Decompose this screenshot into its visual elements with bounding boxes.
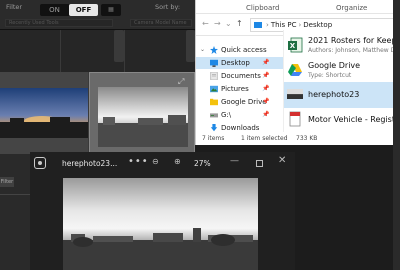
minimize-icon[interactable]: — [230, 156, 239, 166]
thumbnail-grid: ⤢ [0, 72, 195, 154]
selected-count: 1 item selected [241, 135, 288, 142]
breadcrumb-desktop[interactable]: Desktop [303, 21, 332, 29]
photo-title: herephoto23... [62, 159, 118, 168]
file-meta: Type: Shortcut [308, 72, 352, 79]
back-arrow-icon[interactable]: ← [202, 19, 209, 28]
close-icon[interactable]: ✕ [278, 155, 286, 166]
divider [0, 194, 30, 195]
pin-icon[interactable]: 📌 [262, 70, 269, 82]
navigation-pane: ⌄ Quick access Desktop 📌 Documents 📌 Pic… [196, 36, 283, 132]
filter-off-option[interactable]: OFF [69, 4, 98, 16]
filter-label: Filter [6, 3, 23, 11]
panel-divider [60, 30, 61, 72]
maximize-icon[interactable] [256, 160, 263, 167]
expand-icon[interactable]: ⤢ [178, 77, 188, 87]
recent-locations-chevron-icon[interactable]: ⌄ [225, 19, 232, 28]
zoom-level[interactable]: 27% [194, 159, 211, 168]
desktop-icon [210, 59, 218, 67]
forward-arrow-icon[interactable]: → [214, 19, 221, 28]
nav-item-google-drive[interactable]: Google Drive 📌 [196, 96, 283, 108]
library-filter-bar: Filter ON OFF ▦ Sort by: Recently Used T… [0, 0, 195, 30]
thumbnail-cell-selected[interactable]: ⤢ [89, 72, 195, 154]
panel-scrollbar[interactable] [114, 30, 124, 62]
file-meta: Authors: Johnson, Matthew D. [308, 47, 398, 54]
nav-item-g-drive[interactable]: G:\ 📌 [196, 109, 283, 121]
nav-item-desktop[interactable]: Desktop 📌 [196, 57, 283, 69]
panel-scrollbar[interactable] [186, 30, 195, 62]
filter-toggle[interactable]: ON OFF [40, 4, 98, 16]
pictures-icon [210, 85, 218, 93]
ribbon-clipboard-group[interactable]: Clipboard [246, 4, 279, 12]
window-edge [393, 0, 400, 270]
thumbnail-cell[interactable] [0, 72, 88, 154]
this-pc-icon [254, 22, 262, 28]
file-name: 2021 Rosters for Keeper [308, 36, 400, 45]
google-drive-icon [210, 98, 218, 106]
file-explorer-window: Clipboard Organize ← → ⌄ ↑ › This PC › Desk… [195, 0, 400, 145]
chevron-down-icon[interactable]: ⌄ [200, 44, 205, 56]
excel-icon: X [288, 37, 303, 53]
documents-icon [210, 72, 218, 80]
pin-icon[interactable]: 📌 [262, 57, 269, 69]
ribbon: Clipboard Organize [196, 0, 400, 14]
filter-button[interactable]: Filter [0, 177, 14, 187]
pin-icon[interactable]: 📌 [262, 96, 269, 108]
filter-preset-button[interactable]: ▦ [101, 4, 121, 16]
breadcrumb-this-pc[interactable]: This PC [271, 21, 297, 29]
star-icon [210, 46, 218, 54]
up-arrow-icon[interactable]: ↑ [236, 19, 243, 28]
file-name: Google Drive [308, 61, 361, 70]
pdf-icon [289, 111, 301, 127]
sort-field-dropdown[interactable]: Camera Model Name [130, 19, 192, 27]
downloads-icon [210, 124, 218, 132]
nav-item-quick-access[interactable]: ⌄ Quick access [196, 44, 283, 56]
zoom-in-icon[interactable]: ⊕ [174, 157, 181, 166]
photos-title-bar: herephoto23... ••• ⊖ ⊕ 27% — ✕ [30, 152, 295, 176]
file-item-herephoto23[interactable]: herephoto23 [284, 82, 400, 108]
file-item-google-drive[interactable]: Google Drive Type: Shortcut [284, 58, 400, 84]
file-name: herephoto23 [308, 90, 360, 99]
panel-divider [124, 30, 125, 72]
file-item-motor-vehicle[interactable]: Motor Vehicle - Registration [284, 107, 400, 133]
sort-label: Sort by: [155, 3, 181, 11]
photo-canvas[interactable] [63, 178, 258, 270]
pin-icon[interactable]: 📌 [262, 109, 269, 121]
photos-app-icon [34, 157, 46, 169]
nav-item-documents[interactable]: Documents 📌 [196, 70, 283, 82]
more-options-button[interactable]: ••• [128, 156, 149, 167]
photos-viewer-window: herephoto23... ••• ⊖ ⊕ 27% — ✕ [30, 152, 295, 270]
file-item-rosters[interactable]: X 2021 Rosters for Keeper Authors: Johns… [284, 33, 400, 59]
sunset-thumbnail[interactable] [0, 88, 88, 138]
svg-text:X: X [290, 42, 296, 50]
file-list: X 2021 Rosters for Keeper Authors: Johns… [283, 30, 400, 132]
pin-icon[interactable]: 📌 [262, 83, 269, 95]
selected-size: 733 KB [296, 135, 318, 142]
nav-item-pictures[interactable]: Pictures 📌 [196, 83, 283, 95]
ribbon-organize-group[interactable]: Organize [336, 4, 367, 12]
google-drive-icon [288, 64, 302, 76]
image-icon [287, 89, 303, 99]
bw-photo-thumbnail[interactable] [98, 87, 188, 147]
zoom-out-icon[interactable]: ⊖ [152, 157, 159, 166]
background-window [295, 145, 400, 270]
item-count: 7 items [202, 135, 225, 142]
metadata-panel [0, 30, 195, 72]
desktop-screen: Filter ON OFF ▦ Sort by: Recently Used T… [0, 0, 400, 270]
recent-tools-dropdown[interactable]: Recently Used Tools [5, 19, 113, 27]
filter-on-option[interactable]: ON [40, 4, 69, 16]
file-name: Motor Vehicle - Registration [308, 115, 400, 124]
status-bar: 7 items 1 item selected 733 KB [196, 132, 400, 145]
drive-icon [210, 113, 218, 118]
